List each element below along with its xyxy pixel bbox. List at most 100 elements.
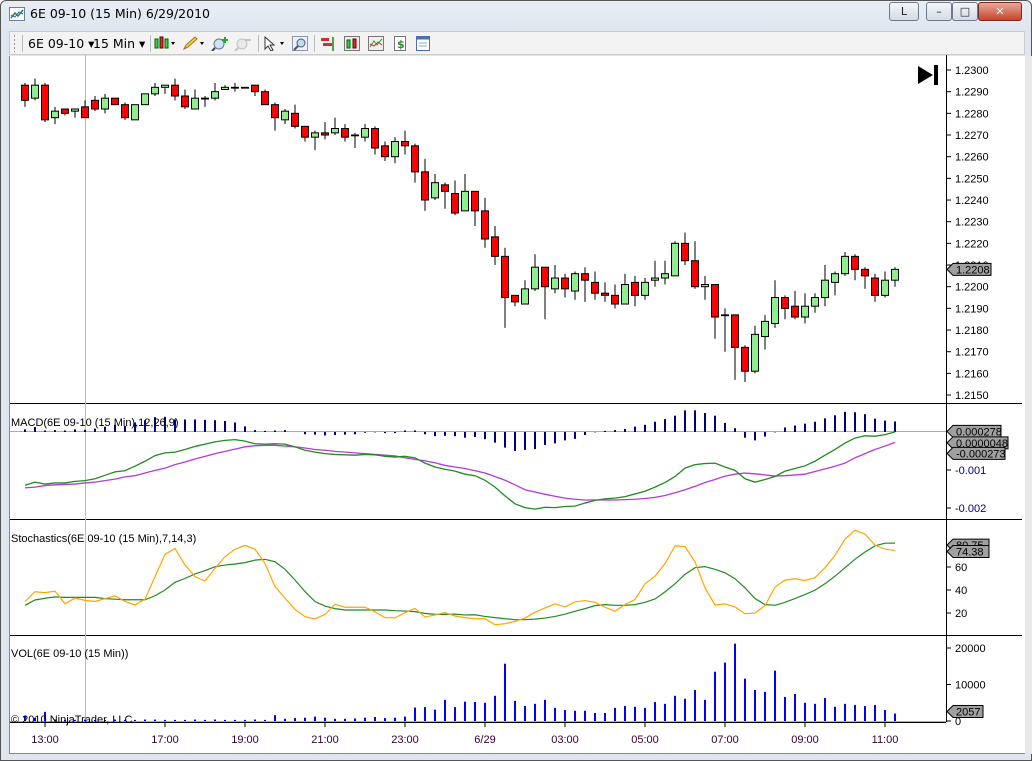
candle[interactable] [731,314,739,380]
candle[interactable] [61,108,69,116]
candle[interactable] [861,267,869,289]
candle[interactable] [71,108,79,118]
candle[interactable] [291,104,299,129]
candle[interactable] [311,130,319,151]
candle[interactable] [711,284,719,339]
candle[interactable] [591,271,599,300]
candle[interactable] [451,180,459,216]
candle[interactable] [871,273,879,302]
candle[interactable] [151,83,159,97]
candle[interactable] [341,124,349,142]
candle[interactable] [141,93,149,106]
candle[interactable] [631,275,639,307]
candle[interactable] [281,109,289,125]
candle[interactable] [521,280,529,305]
candle[interactable] [91,96,99,112]
candle[interactable] [381,141,389,162]
candle[interactable] [551,265,559,294]
candle[interactable] [771,280,779,328]
candle[interactable] [421,158,429,211]
candle[interactable] [161,84,169,94]
candle[interactable] [621,273,629,305]
candle-body [811,297,819,307]
candle[interactable] [251,84,259,97]
candle[interactable] [391,137,399,164]
candle[interactable] [811,293,819,313]
candle[interactable] [261,89,269,106]
candle[interactable] [601,282,609,302]
chart-canvas[interactable]: 1.2300 1.2290 1.2280 1.2270 1.2260 1.2250 1.22… [0,0,1032,761]
candle[interactable] [511,294,519,307]
candle[interactable] [321,122,329,140]
candle[interactable] [41,83,49,123]
candle[interactable] [371,126,379,155]
candle[interactable] [781,295,789,320]
candle[interactable] [131,104,139,121]
candle[interactable] [761,314,769,350]
candle[interactable] [51,106,59,125]
candle[interactable] [741,345,749,383]
candle[interactable] [31,78,39,101]
candle[interactable] [361,124,369,142]
candle[interactable] [531,254,539,292]
candle[interactable] [611,284,619,309]
candle[interactable] [791,291,799,320]
candle[interactable] [851,254,859,281]
candle[interactable] [431,174,439,201]
candle[interactable] [271,102,279,131]
candle[interactable] [21,83,29,107]
candle[interactable] [301,125,309,142]
candle[interactable] [561,273,569,298]
candle-body [711,284,719,318]
candle-body [201,97,209,100]
candle[interactable] [191,89,199,110]
candle[interactable] [171,78,179,101]
candle[interactable] [701,275,709,300]
candle[interactable] [201,96,209,107]
candle[interactable] [581,267,589,302]
candle[interactable] [241,86,249,89]
candle[interactable] [441,182,449,209]
price-axis-label: 1.2290 [955,87,989,99]
candle[interactable] [651,260,659,287]
candle[interactable] [121,102,129,120]
candle[interactable] [401,130,409,155]
candle[interactable] [331,117,339,136]
candle[interactable] [671,241,679,277]
candle-body [591,281,599,294]
candle[interactable] [211,83,219,101]
candle-body [491,236,499,257]
candle[interactable] [721,308,729,352]
candle[interactable] [801,293,809,324]
candle[interactable] [881,271,889,298]
candle[interactable] [751,325,759,374]
candle[interactable] [641,278,649,300]
candle[interactable] [501,247,509,328]
volume-panel-title: VOL(6E 09-10 (15 Min)) [11,648,128,660]
candle[interactable] [661,260,669,285]
candle[interactable] [481,197,489,248]
candle[interactable] [831,271,839,296]
candle[interactable] [571,271,579,300]
candle[interactable] [491,226,499,266]
candle[interactable] [351,132,359,149]
candle[interactable] [691,241,699,289]
candle[interactable] [81,100,89,119]
candle[interactable] [411,143,419,183]
candle[interactable] [471,190,479,227]
candle-body [781,297,789,309]
candle[interactable] [221,85,229,91]
candle-body [61,108,69,114]
candle[interactable] [111,97,119,106]
candle[interactable] [841,252,849,276]
skip-to-end-icon[interactable] [918,65,938,85]
candle[interactable] [101,93,109,114]
candle[interactable] [461,174,469,212]
candle[interactable] [891,267,899,287]
candle[interactable] [541,266,549,320]
candle[interactable] [181,89,189,110]
stochastics-axis-label: 60 [955,562,967,574]
candle[interactable] [821,265,829,307]
candle[interactable] [681,232,689,266]
candle[interactable] [231,83,239,92]
